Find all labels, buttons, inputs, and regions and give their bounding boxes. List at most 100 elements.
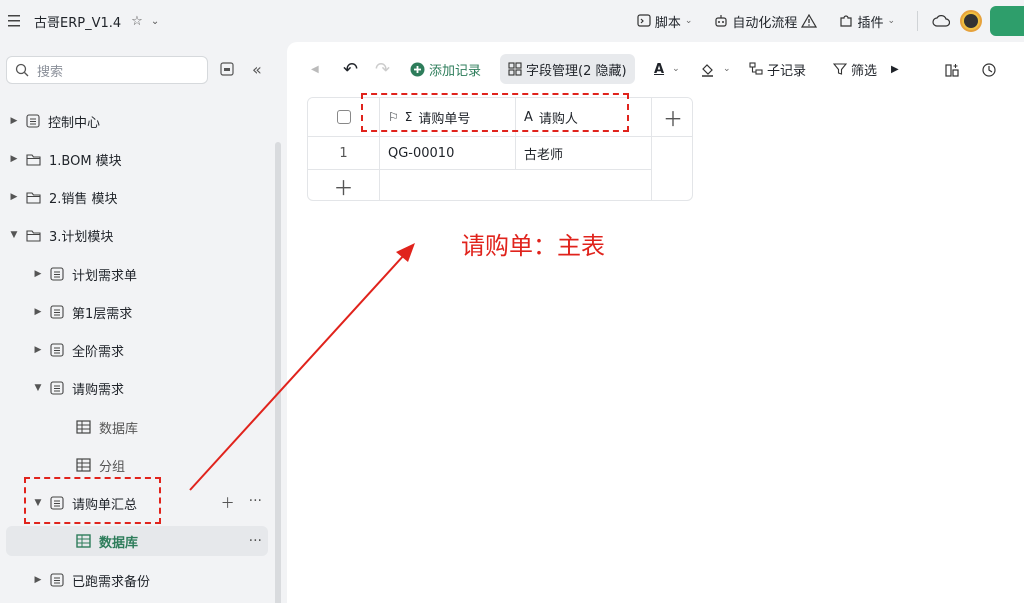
filter-icon (833, 63, 847, 75)
fill-color-button[interactable]: ⌄ (700, 54, 731, 84)
sidebar-item-level1-demand[interactable]: ▶ 第1层需求 (32, 297, 300, 327)
history-icon[interactable] (981, 62, 997, 78)
panel-icon[interactable] (220, 62, 234, 76)
sidebar-item-label: 请购需求 (72, 382, 125, 398)
fields-icon (508, 62, 522, 76)
plus-circle-icon (410, 62, 425, 76)
text-color-button[interactable]: A ⌄ (654, 54, 680, 84)
plugin-label: 插件 (857, 15, 884, 31)
add-row-button[interactable]: ＋ (308, 170, 380, 200)
text-color-icon: A (654, 61, 665, 77)
top-bar: 古哥ERP_V1.4 ☆ ⌄ 脚本 ⌄ 自动化流程 插件 ⌄ (0, 0, 1024, 42)
share-button[interactable] (990, 6, 1024, 36)
menu-icon[interactable] (8, 15, 22, 27)
add-row-area[interactable] (380, 170, 652, 200)
sidebar-item-label: 计划需求单 (72, 268, 138, 284)
sidebar-item-full-demand[interactable]: ▶ 全阶需求 (32, 335, 300, 365)
sidebar-item-database-active[interactable]: 数据库 ··· (6, 526, 268, 556)
expand-arrow-icon[interactable]: ▶ (32, 575, 44, 585)
chevron-down-icon[interactable]: ⌄ (151, 16, 159, 27)
search-icon (15, 63, 29, 77)
chevron-down-icon: ⌄ (887, 16, 895, 26)
sidebar-item-label: 分组 (99, 459, 126, 475)
highlight-box-sidebar (24, 477, 161, 524)
collapse-arrow-icon[interactable]: ▼ (8, 230, 20, 240)
sidebar-item-label: 数据库 (99, 421, 139, 437)
sidebar-item-plan-demand[interactable]: ▶ 计划需求单 (32, 259, 300, 289)
field-manage-button[interactable]: 字段管理(2 隐藏) (500, 54, 635, 84)
annotation-text: 请购单：主表 (461, 232, 605, 260)
row-index[interactable]: 1 (308, 137, 380, 170)
table-icon (50, 343, 64, 357)
sub-record-label: 子记录 (767, 63, 807, 79)
scroll-left-icon[interactable]: ◀ (311, 54, 319, 84)
expand-arrow-icon[interactable]: ▶ (8, 154, 20, 164)
sidebar-item-control-center[interactable]: ▶ 控制中心 (8, 106, 276, 136)
app-title[interactable]: 古哥ERP_V1.4 (34, 12, 121, 31)
sidebar-item-bom[interactable]: ▶ 1.BOM 模块 (8, 144, 276, 174)
collapse-arrow-icon[interactable]: ▼ (32, 383, 44, 393)
grid-icon (76, 534, 91, 548)
sidebar-item-demand-backup[interactable]: ▶ 已跑需求备份 (32, 565, 300, 595)
chevron-down-icon: ⌄ (684, 16, 693, 26)
chevron-down-icon: ⌄ (672, 64, 680, 74)
automation-label: 自动化流程 (732, 15, 798, 31)
table-cell[interactable]: QG-00010 (380, 137, 516, 170)
sidebar-item-planning[interactable]: ▼ 3.计划模块 (8, 220, 276, 250)
table-icon (50, 267, 64, 281)
search-placeholder: 搜索 (37, 64, 64, 80)
automation-button[interactable]: 自动化流程 (714, 12, 818, 31)
add-record-button[interactable]: 添加记录 (410, 54, 481, 84)
table-icon (26, 114, 40, 128)
expand-arrow-icon[interactable]: ▶ (8, 192, 20, 202)
warning-icon (801, 14, 818, 28)
star-icon[interactable]: ☆ (131, 14, 143, 29)
cloud-icon[interactable] (932, 14, 950, 28)
script-label: 脚本 (654, 15, 681, 31)
filter-button[interactable]: 筛选 (833, 54, 877, 84)
highlight-box-columns (361, 93, 629, 132)
expand-arrow-icon[interactable]: ▶ (8, 116, 20, 126)
more-icon[interactable]: ··· (249, 493, 262, 513)
scroll-right-icon[interactable]: ▶ (891, 54, 899, 84)
more-icon[interactable]: ··· (249, 533, 262, 549)
expand-arrow-icon[interactable]: ▶ (32, 345, 44, 355)
select-all-checkbox[interactable] (336, 110, 351, 124)
undo-icon[interactable]: ↶ (343, 54, 358, 84)
expand-arrow-icon[interactable]: ▶ (32, 307, 44, 317)
sidebar-item-label: 第1层需求 (72, 306, 133, 322)
sidebar-item-purchase-demand[interactable]: ▼ 请购需求 (32, 373, 300, 403)
collapse-sidebar-icon[interactable]: « (252, 60, 262, 79)
redo-icon[interactable]: ↷ (375, 54, 390, 84)
plugin-button[interactable]: 插件 ⌄ (839, 12, 895, 31)
sidebar-item-label: 2.销售 模块 (49, 191, 118, 207)
empty-cell (652, 137, 692, 200)
avatar[interactable] (960, 10, 982, 32)
paint-bucket-icon (702, 63, 713, 77)
sub-record-button[interactable]: 子记录 (749, 54, 806, 84)
expand-arrow-icon[interactable]: ▶ (32, 269, 44, 279)
grid-icon (76, 458, 91, 472)
search-input[interactable]: 搜索 (6, 56, 208, 84)
table-icon (50, 381, 64, 395)
chevron-down-icon: ⌄ (723, 64, 731, 74)
table-cell[interactable]: 古老师 (516, 137, 652, 170)
table-icon (50, 573, 64, 587)
sidebar-item-label: 3.计划模块 (49, 229, 114, 245)
sidebar-item-label: 已跑需求备份 (72, 574, 151, 590)
divider (917, 11, 918, 31)
table-icon (50, 305, 64, 319)
sidebar-item-sales[interactable]: ▶ 2.销售 模块 (8, 182, 276, 212)
sidebar-scrollbar[interactable] (275, 142, 281, 603)
add-record-label: 添加记录 (429, 63, 482, 79)
add-column-button[interactable]: ＋ (652, 98, 692, 137)
layout-icon[interactable] (945, 62, 961, 78)
sidebar-item-label: 全阶需求 (72, 344, 125, 360)
add-icon[interactable]: ＋ (221, 493, 235, 513)
folder-icon (26, 153, 41, 166)
toolbar: ◀ ↶ ↷ 添加记录 字段管理(2 隐藏) A ⌄ ⌄ 子记录 筛选 ▶ (287, 54, 1024, 84)
script-button[interactable]: 脚本 ⌄ (637, 12, 693, 31)
grid-icon (76, 420, 91, 434)
folder-icon (26, 191, 41, 204)
sidebar-item-label: 控制中心 (48, 115, 101, 131)
